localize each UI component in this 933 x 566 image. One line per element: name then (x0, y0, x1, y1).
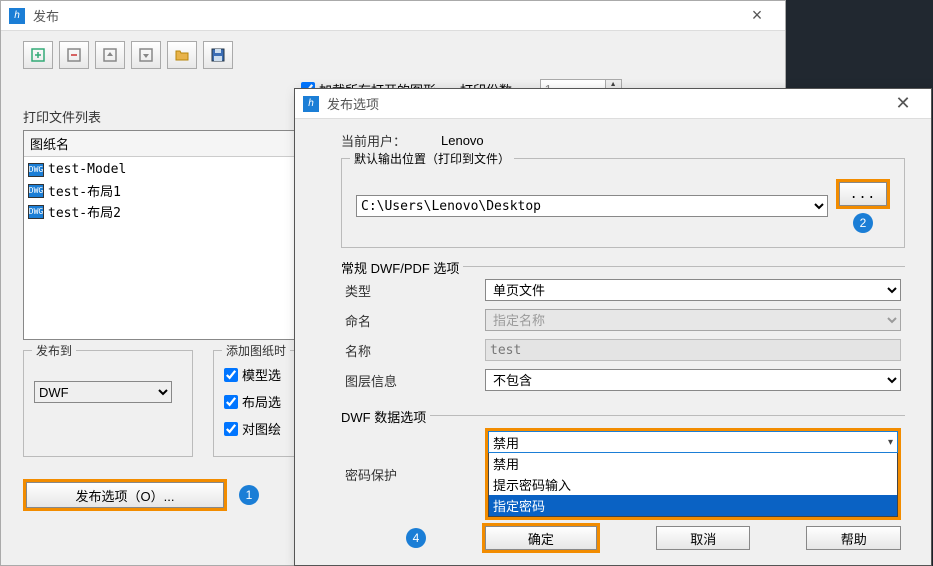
pw-protect-select[interactable]: 禁用 ▾ (488, 431, 898, 453)
name-input (485, 339, 901, 361)
publish-options-dialog: h 发布选项 ✕ 当前用户： Lenovo 默认输出位置（打印到文件） C:\U… (294, 88, 932, 566)
publish-titlebar: h 发布 × (1, 1, 785, 31)
tool-open-icon[interactable] (167, 41, 197, 69)
toolbar (1, 31, 785, 79)
badge-4: 4 (406, 528, 426, 548)
highlight-3-top: 禁用 ▾ (485, 428, 901, 456)
publish-title: 发布 (33, 6, 737, 25)
chevron-down-icon: ▾ (888, 437, 893, 448)
tool-remove-icon[interactable] (59, 41, 89, 69)
pw-option-selected[interactable]: 指定密码 (489, 495, 897, 516)
dwg-icon: DWG (28, 163, 44, 177)
tool-save-icon[interactable] (203, 41, 233, 69)
output-path-select[interactable]: C:\Users\Lenovo\Desktop (356, 195, 828, 217)
pw-protect-label: 密码保护 (345, 465, 485, 484)
dialog-buttons: 4 确定 取消 帮助 (295, 523, 931, 553)
app-icon: h (303, 96, 319, 112)
options-title: 发布选项 (327, 94, 883, 113)
dwf-data-group: DWF 数据选项 密码保护 禁用 ▾ 禁用 提示密码输入 指定密码 (341, 415, 905, 510)
dwg-icon: DWG (28, 205, 44, 219)
naming-select: 指定名称 (485, 309, 901, 331)
add-sheet-legend: 添加图纸时 (222, 342, 290, 359)
dwf-pdf-group: 常规 DWF/PDF 选项 类型 单页文件 命名 指定名称 名称 图层信息 不包… (341, 266, 905, 401)
app-icon: h (9, 8, 25, 24)
dwf-pdf-legend: 常规 DWF/PDF 选项 (341, 258, 463, 277)
close-icon[interactable]: × (737, 5, 777, 26)
browse-button[interactable]: ... (839, 182, 887, 206)
name-label: 名称 (345, 341, 485, 360)
output-location-group: 默认输出位置（打印到文件） C:\Users\Lenovo\Desktop ..… (341, 158, 905, 248)
tool-down-icon[interactable] (131, 41, 161, 69)
pw-dropdown: 禁用 提示密码输入 指定密码 (488, 453, 898, 517)
output-legend: 默认输出位置（打印到文件） (350, 150, 514, 167)
ok-button[interactable]: 确定 (485, 526, 597, 550)
browse-wrap: ... 2 (836, 179, 890, 233)
type-select[interactable]: 单页文件 (485, 279, 901, 301)
pw-protect-value: 禁用 (493, 433, 519, 452)
publish-to-legend: 发布到 (32, 342, 76, 359)
highlight-3-bottom: 禁用 提示密码输入 指定密码 (485, 453, 901, 520)
dwf-data-legend: DWF 数据选项 (341, 407, 430, 426)
highlight-1: 发布选项（O）... (23, 479, 227, 511)
cancel-button[interactable]: 取消 (656, 526, 751, 550)
pw-option[interactable]: 禁用 (489, 453, 897, 474)
tool-up-icon[interactable] (95, 41, 125, 69)
highlight-2: ... (836, 179, 890, 209)
current-user-value: Lenovo (441, 133, 484, 148)
dwg-icon: DWG (28, 184, 44, 198)
naming-label: 命名 (345, 311, 485, 330)
pw-protect-wrap: 禁用 ▾ 禁用 提示密码输入 指定密码 (485, 428, 901, 520)
publish-to-select[interactable]: DWF (34, 381, 172, 403)
current-user-label: 当前用户： (321, 131, 441, 150)
layer-label: 图层信息 (345, 371, 485, 390)
output-row: C:\Users\Lenovo\Desktop ... 2 (356, 179, 890, 233)
highlight-4: 确定 (482, 523, 600, 553)
options-titlebar: h 发布选项 ✕ (295, 89, 931, 119)
help-button[interactable]: 帮助 (806, 526, 901, 550)
publish-options-button[interactable]: 发布选项（O）... (26, 482, 224, 508)
badge-2: 2 (853, 213, 873, 233)
layer-select[interactable]: 不包含 (485, 369, 901, 391)
badge-1: 1 (239, 485, 259, 505)
type-label: 类型 (345, 281, 485, 300)
pw-option[interactable]: 提示密码输入 (489, 474, 897, 495)
tool-new-icon[interactable] (23, 41, 53, 69)
close-icon[interactable]: ✕ (883, 93, 923, 114)
publish-to-group: 发布到 DWF (23, 350, 193, 457)
current-user-row: 当前用户： Lenovo (321, 131, 905, 150)
dialog-body: 当前用户： Lenovo 默认输出位置（打印到文件） C:\Users\Leno… (295, 119, 931, 528)
